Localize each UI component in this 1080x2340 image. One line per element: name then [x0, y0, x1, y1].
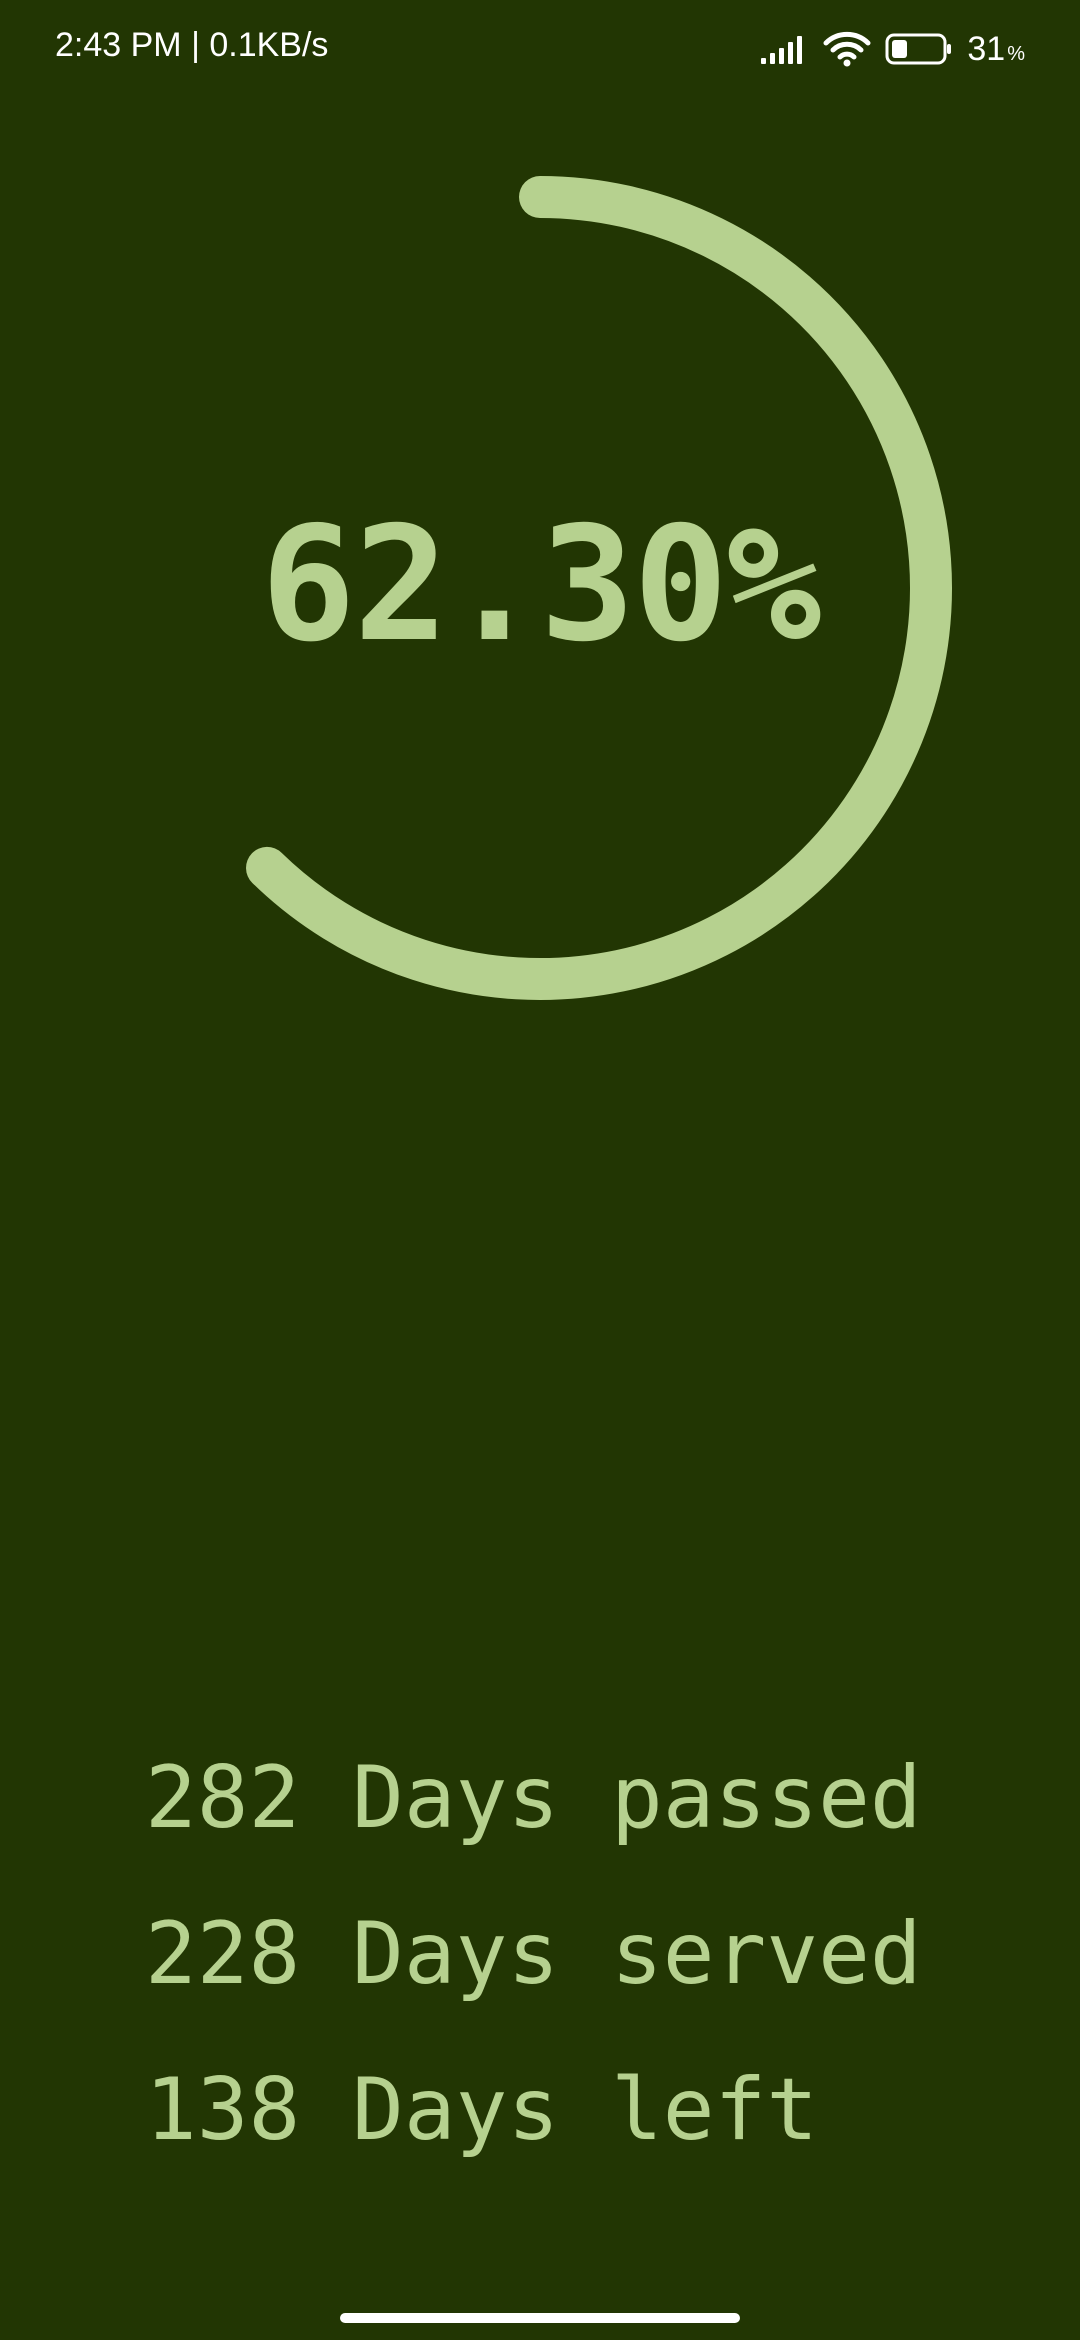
stat-days-passed: 282 Days passed [145, 1720, 922, 1876]
home-indicator[interactable] [340, 2313, 740, 2323]
progress-percentage: 62.30% [260, 493, 822, 677]
progress-indicator: 62.30% [0, 0, 1080, 1100]
stat-label: Days served [352, 1904, 922, 2004]
stat-label: Days left [352, 2060, 819, 2160]
stat-label: Days passed [352, 1748, 922, 1848]
stats-list: 282 Days passed 228 Days served 138 Days… [145, 1720, 922, 2188]
stat-days-served: 228 Days served [145, 1876, 922, 2032]
stat-count: 228 [145, 1904, 301, 2004]
stat-count: 138 [145, 2060, 301, 2160]
stat-days-left: 138 Days left [145, 2032, 922, 2188]
stat-count: 282 [145, 1748, 301, 1848]
